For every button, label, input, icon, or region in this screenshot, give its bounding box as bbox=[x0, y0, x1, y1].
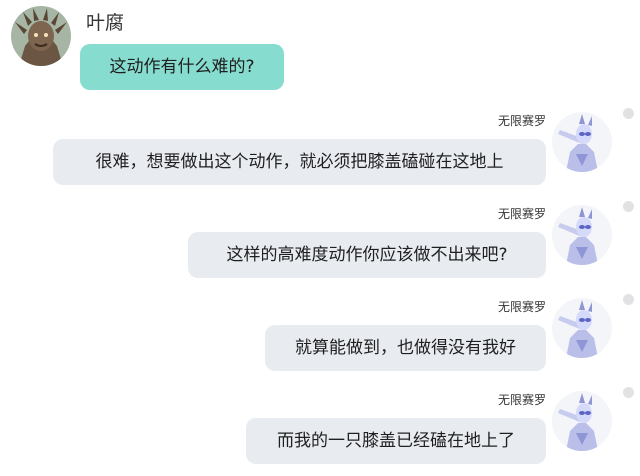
status-dot bbox=[623, 201, 634, 212]
status-dot bbox=[623, 108, 634, 119]
creature-avatar-icon[interactable] bbox=[11, 6, 71, 66]
message-bubble[interactable]: 就算能做到，也做得没有我好 bbox=[265, 325, 546, 371]
message-bubble[interactable]: 很难，想要做出这个动作，就必须把膝盖磕碰在这地上 bbox=[53, 139, 546, 185]
hero-avatar-icon[interactable] bbox=[552, 112, 612, 172]
message-bubble[interactable]: 这动作有什么难的? bbox=[80, 44, 284, 90]
hero-avatar-icon[interactable] bbox=[552, 205, 612, 265]
status-dot bbox=[623, 294, 634, 305]
status-dot bbox=[623, 387, 634, 398]
reply-author-name: 无限赛罗 bbox=[497, 207, 546, 221]
reply-author-name: 无限赛罗 bbox=[497, 300, 546, 314]
message-bubble[interactable]: 这样的高难度动作你应该做不出来吧? bbox=[188, 232, 546, 278]
contact-name: 叶腐 bbox=[86, 12, 125, 34]
reply-author-name: 无限赛罗 bbox=[497, 114, 546, 128]
message-bubble[interactable]: 而我的一只膝盖已经磕在地上了 bbox=[246, 418, 546, 464]
hero-avatar-icon[interactable] bbox=[552, 391, 612, 451]
reply-author-name: 无限赛罗 bbox=[497, 393, 546, 407]
hero-avatar-icon[interactable] bbox=[552, 298, 612, 358]
